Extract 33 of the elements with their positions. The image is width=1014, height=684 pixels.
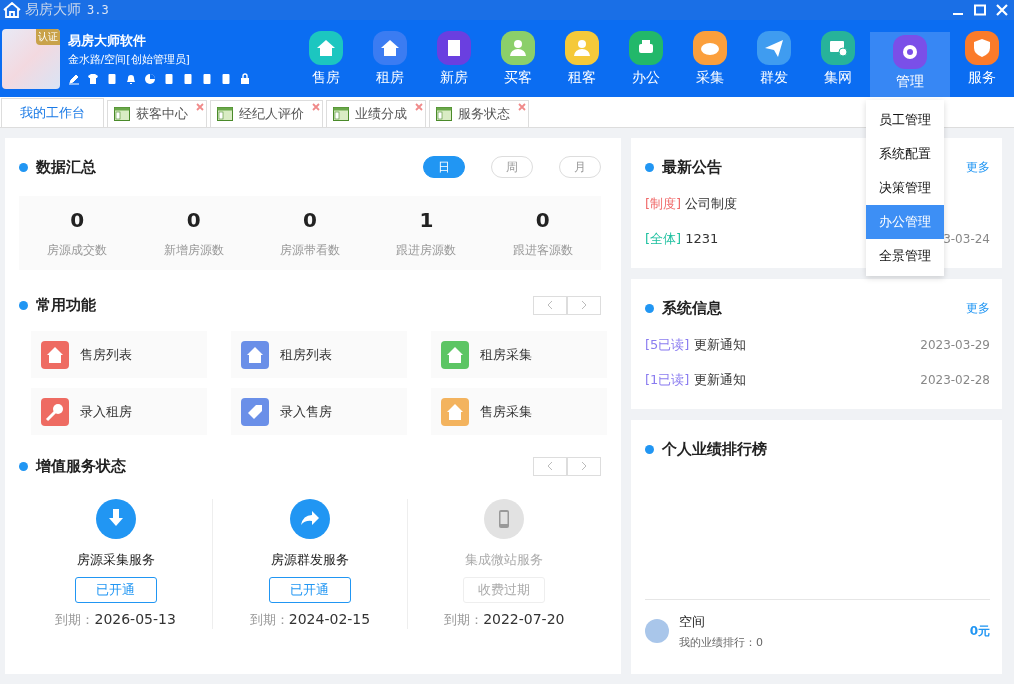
service-name: 房源群发服务 [271,551,349,569]
section-title: 常用功能 [36,295,96,315]
amount-text: 0元 [969,622,990,640]
stat-label: 新增房源数 [163,241,224,259]
section-title: 最新公告 [662,157,722,177]
stat-value: 0 [70,207,85,232]
stat-value: 0 [303,207,317,232]
expiry-text: 到期：2024-02-15 [249,611,371,629]
service-name: 房源采集服务 [76,551,155,569]
date-text: 2023-02-28 [920,372,990,387]
stat-value: 0 [186,207,201,232]
service-name: 集成微站服务 [465,551,544,569]
section-title: 系统信息 [662,298,722,318]
expiry-text: 到期：2022-07-20 [444,611,565,629]
rank-text: 我的业绩排行：0 [679,634,763,650]
stat-label: 跟进房源数 [396,241,457,259]
date-text: 3-03-24 [943,231,990,246]
expiry-text: 到期：2026-05-13 [55,611,176,629]
user-name: 空间 [679,612,706,631]
stat-label: 房源成交数 [47,241,108,259]
stat-label: 房源带看数 [280,241,340,259]
section-title: 数据汇总 [36,157,96,177]
stat-value: 0 [535,207,550,232]
user-branch: 金水路/空间[创始管理员] [67,52,191,67]
stat-label: 跟进客源数 [512,241,573,259]
date-text: 2023-03-29 [920,337,990,352]
window-title: 易房大师 [25,1,81,19]
verified-badge: 认证 [35,28,60,45]
company-name: 易房大师软件 [67,32,147,50]
section-title: 增值服务状态 [36,456,126,476]
stat-value: 1 [419,207,434,232]
section-title: 个人业绩排行榜 [662,439,767,459]
version-text: 3.3 [87,3,109,17]
